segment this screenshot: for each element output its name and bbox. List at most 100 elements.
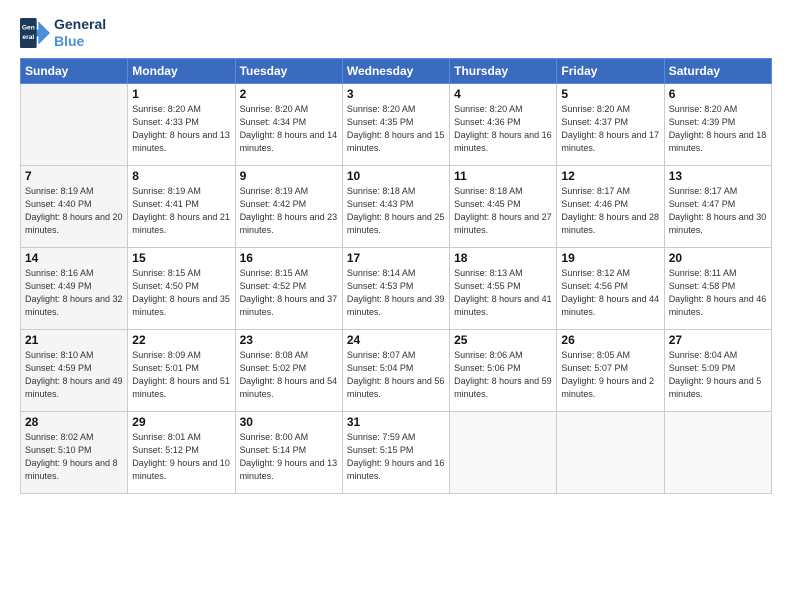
day-number: 16 bbox=[240, 251, 338, 265]
header: Gen eral General Blue bbox=[20, 16, 772, 50]
week-row-1: 1 Sunrise: 8:20 AMSunset: 4:33 PMDaylight… bbox=[21, 83, 772, 165]
weekday-header-row: SundayMondayTuesdayWednesdayThursdayFrid… bbox=[21, 58, 772, 83]
day-number: 11 bbox=[454, 169, 552, 183]
calendar-cell: 14 Sunrise: 8:16 AMSunset: 4:49 PMDayligh… bbox=[21, 247, 128, 329]
day-info: Sunrise: 8:12 AMSunset: 4:56 PMDaylight:… bbox=[561, 267, 659, 319]
weekday-header-saturday: Saturday bbox=[664, 58, 771, 83]
calendar-cell: 6 Sunrise: 8:20 AMSunset: 4:39 PMDaylight… bbox=[664, 83, 771, 165]
day-info: Sunrise: 8:10 AMSunset: 4:59 PMDaylight:… bbox=[25, 349, 123, 401]
calendar-cell: 27 Sunrise: 8:04 AMSunset: 5:09 PMDayligh… bbox=[664, 329, 771, 411]
calendar-cell: 8Sunrise: 8:19 AMSunset: 4:41 PMDaylight… bbox=[128, 165, 235, 247]
day-info: Sunrise: 8:15 AMSunset: 4:50 PMDaylight:… bbox=[132, 267, 230, 319]
calendar-cell: 16 Sunrise: 8:15 AMSunset: 4:52 PMDayligh… bbox=[235, 247, 342, 329]
day-info: Sunrise: 8:17 AMSunset: 4:47 PMDaylight:… bbox=[669, 185, 767, 237]
day-info: Sunrise: 7:59 AMSunset: 5:15 PMDaylight:… bbox=[347, 431, 445, 483]
day-number: 22 bbox=[132, 333, 230, 347]
weekday-header-monday: Monday bbox=[128, 58, 235, 83]
calendar-cell: 9Sunrise: 8:19 AMSunset: 4:42 PMDaylight… bbox=[235, 165, 342, 247]
logo-icon: Gen eral bbox=[20, 18, 50, 48]
day-info: Sunrise: 8:15 AMSunset: 4:52 PMDaylight:… bbox=[240, 267, 338, 319]
day-number: 23 bbox=[240, 333, 338, 347]
day-number: 30 bbox=[240, 415, 338, 429]
day-number: 9 bbox=[240, 169, 338, 183]
calendar-cell: 5 Sunrise: 8:20 AMSunset: 4:37 PMDaylight… bbox=[557, 83, 664, 165]
calendar-cell bbox=[450, 411, 557, 493]
calendar-cell: 3 Sunrise: 8:20 AMSunset: 4:35 PMDaylight… bbox=[342, 83, 449, 165]
day-info: Sunrise: 8:11 AMSunset: 4:58 PMDaylight:… bbox=[669, 267, 767, 319]
day-info: Sunrise: 8:06 AMSunset: 5:06 PMDaylight:… bbox=[454, 349, 552, 401]
day-number: 26 bbox=[561, 333, 659, 347]
calendar-cell: 13 Sunrise: 8:17 AMSunset: 4:47 PMDayligh… bbox=[664, 165, 771, 247]
weekday-header-thursday: Thursday bbox=[450, 58, 557, 83]
calendar-cell: 28 Sunrise: 8:02 AMSunset: 5:10 PMDayligh… bbox=[21, 411, 128, 493]
weekday-header-friday: Friday bbox=[557, 58, 664, 83]
day-info: Sunrise: 8:19 AMSunset: 4:40 PMDaylight:… bbox=[25, 185, 123, 237]
day-info: Sunrise: 8:13 AMSunset: 4:55 PMDaylight:… bbox=[454, 267, 552, 319]
week-row-5: 28 Sunrise: 8:02 AMSunset: 5:10 PMDayligh… bbox=[21, 411, 772, 493]
day-info: Sunrise: 8:19 AMSunset: 4:41 PMDaylight:… bbox=[132, 185, 230, 237]
day-number: 25 bbox=[454, 333, 552, 347]
calendar-cell: 12 Sunrise: 8:17 AMSunset: 4:46 PMDayligh… bbox=[557, 165, 664, 247]
day-number: 1 bbox=[132, 87, 230, 101]
day-info: Sunrise: 8:16 AMSunset: 4:49 PMDaylight:… bbox=[25, 267, 123, 319]
day-info: Sunrise: 8:05 AMSunset: 5:07 PMDaylight:… bbox=[561, 349, 659, 401]
day-info: Sunrise: 8:18 AMSunset: 4:43 PMDaylight:… bbox=[347, 185, 445, 237]
calendar-cell: 22 Sunrise: 8:09 AMSunset: 5:01 PMDayligh… bbox=[128, 329, 235, 411]
day-info: Sunrise: 8:02 AMSunset: 5:10 PMDaylight:… bbox=[25, 431, 123, 483]
day-info: Sunrise: 8:07 AMSunset: 5:04 PMDaylight:… bbox=[347, 349, 445, 401]
day-number: 31 bbox=[347, 415, 445, 429]
week-row-2: 7Sunrise: 8:19 AMSunset: 4:40 PMDaylight… bbox=[21, 165, 772, 247]
calendar-cell: 29Sunrise: 8:01 AMSunset: 5:12 PMDayligh… bbox=[128, 411, 235, 493]
weekday-header-sunday: Sunday bbox=[21, 58, 128, 83]
calendar-cell: 17Sunrise: 8:14 AMSunset: 4:53 PMDayligh… bbox=[342, 247, 449, 329]
day-number: 2 bbox=[240, 87, 338, 101]
day-number: 28 bbox=[25, 415, 123, 429]
day-info: Sunrise: 8:20 AMSunset: 4:35 PMDaylight:… bbox=[347, 103, 445, 155]
week-row-3: 14 Sunrise: 8:16 AMSunset: 4:49 PMDayligh… bbox=[21, 247, 772, 329]
day-number: 10 bbox=[347, 169, 445, 183]
day-info: Sunrise: 8:20 AMSunset: 4:37 PMDaylight:… bbox=[561, 103, 659, 155]
page: Gen eral General Blue SundayMondayTuesda… bbox=[0, 0, 792, 612]
day-number: 6 bbox=[669, 87, 767, 101]
day-info: Sunrise: 8:08 AMSunset: 5:02 PMDaylight:… bbox=[240, 349, 338, 401]
day-number: 3 bbox=[347, 87, 445, 101]
calendar-table: SundayMondayTuesdayWednesdayThursdayFrid… bbox=[20, 58, 772, 494]
calendar-cell: 19 Sunrise: 8:12 AMSunset: 4:56 PMDayligh… bbox=[557, 247, 664, 329]
day-info: Sunrise: 8:18 AMSunset: 4:45 PMDaylight:… bbox=[454, 185, 552, 237]
calendar-cell bbox=[21, 83, 128, 165]
calendar-cell: 7Sunrise: 8:19 AMSunset: 4:40 PMDaylight… bbox=[21, 165, 128, 247]
calendar-cell: 24Sunrise: 8:07 AMSunset: 5:04 PMDayligh… bbox=[342, 329, 449, 411]
day-info: Sunrise: 8:09 AMSunset: 5:01 PMDaylight:… bbox=[132, 349, 230, 401]
day-number: 27 bbox=[669, 333, 767, 347]
day-info: Sunrise: 8:17 AMSunset: 4:46 PMDaylight:… bbox=[561, 185, 659, 237]
day-number: 19 bbox=[561, 251, 659, 265]
day-number: 13 bbox=[669, 169, 767, 183]
calendar-cell: 1 Sunrise: 8:20 AMSunset: 4:33 PMDaylight… bbox=[128, 83, 235, 165]
calendar-cell: 4Sunrise: 8:20 AMSunset: 4:36 PMDaylight… bbox=[450, 83, 557, 165]
calendar-cell: 30Sunrise: 8:00 AMSunset: 5:14 PMDayligh… bbox=[235, 411, 342, 493]
day-number: 12 bbox=[561, 169, 659, 183]
day-info: Sunrise: 8:04 AMSunset: 5:09 PMDaylight:… bbox=[669, 349, 767, 401]
weekday-header-wednesday: Wednesday bbox=[342, 58, 449, 83]
day-number: 5 bbox=[561, 87, 659, 101]
calendar-cell: 25 Sunrise: 8:06 AMSunset: 5:06 PMDayligh… bbox=[450, 329, 557, 411]
day-number: 15 bbox=[132, 251, 230, 265]
calendar-cell: 26 Sunrise: 8:05 AMSunset: 5:07 PMDayligh… bbox=[557, 329, 664, 411]
logo-text: General Blue bbox=[54, 16, 106, 50]
day-info: Sunrise: 8:01 AMSunset: 5:12 PMDaylight:… bbox=[132, 431, 230, 483]
day-info: Sunrise: 8:20 AMSunset: 4:39 PMDaylight:… bbox=[669, 103, 767, 155]
day-info: Sunrise: 8:20 AMSunset: 4:33 PMDaylight:… bbox=[132, 103, 230, 155]
day-number: 21 bbox=[25, 333, 123, 347]
day-info: Sunrise: 8:14 AMSunset: 4:53 PMDaylight:… bbox=[347, 267, 445, 319]
day-number: 14 bbox=[25, 251, 123, 265]
calendar-cell bbox=[664, 411, 771, 493]
week-row-4: 21 Sunrise: 8:10 AMSunset: 4:59 PMDayligh… bbox=[21, 329, 772, 411]
day-info: Sunrise: 8:20 AMSunset: 4:34 PMDaylight:… bbox=[240, 103, 338, 155]
svg-text:Gen: Gen bbox=[22, 24, 35, 31]
calendar-cell: 23 Sunrise: 8:08 AMSunset: 5:02 PMDayligh… bbox=[235, 329, 342, 411]
logo: Gen eral General Blue bbox=[20, 16, 106, 50]
calendar-cell bbox=[557, 411, 664, 493]
calendar-cell: 10 Sunrise: 8:18 AMSunset: 4:43 PMDayligh… bbox=[342, 165, 449, 247]
day-number: 18 bbox=[454, 251, 552, 265]
calendar-cell: 18 Sunrise: 8:13 AMSunset: 4:55 PMDayligh… bbox=[450, 247, 557, 329]
